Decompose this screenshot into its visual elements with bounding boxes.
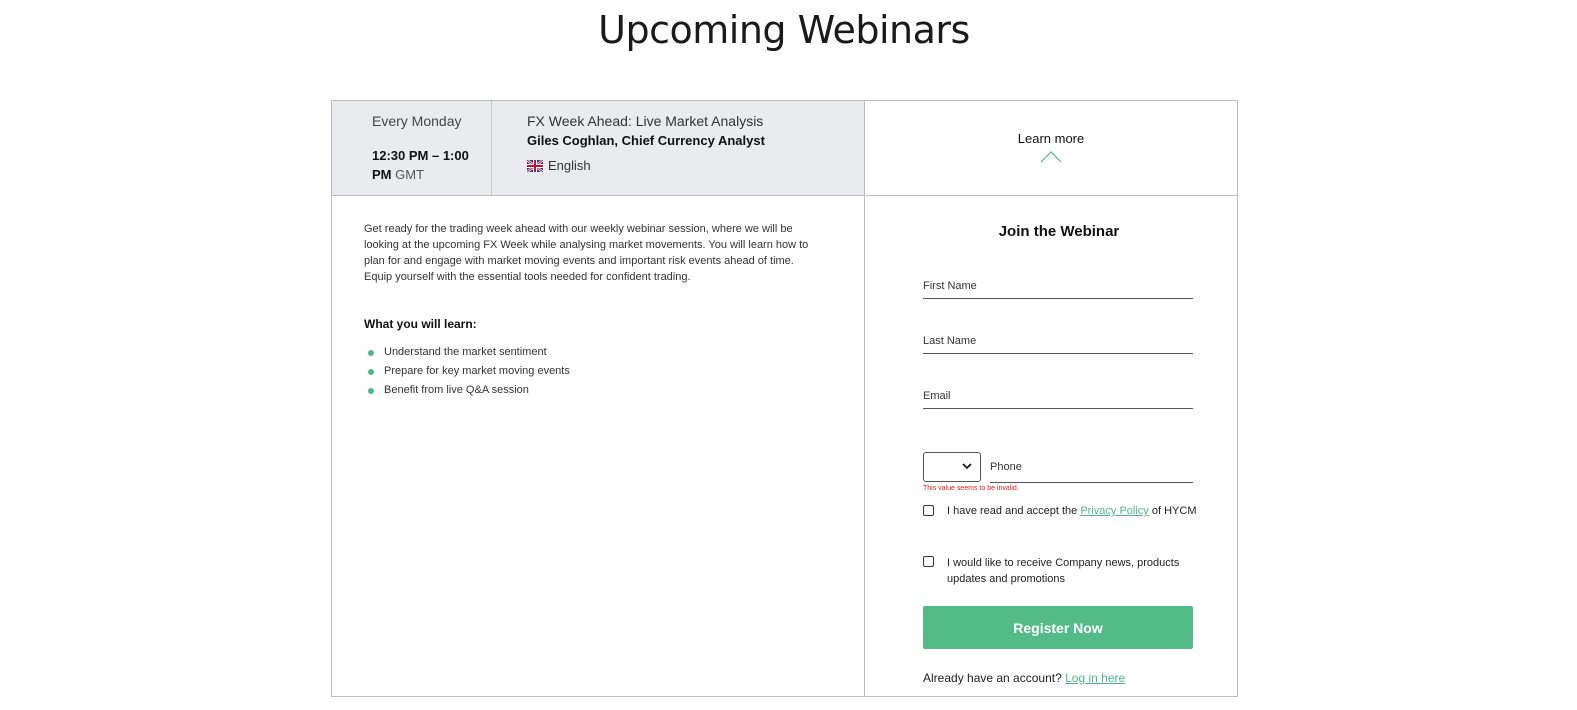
- last-name-field[interactable]: Last Name: [923, 331, 1193, 354]
- country-code-select[interactable]: [923, 452, 981, 482]
- webinar-card: Every Monday 12:30 PM – 1:00 PM GMT FX W…: [331, 100, 1238, 697]
- phone-error: This value seems to be invalid.: [923, 485, 1019, 492]
- phone-field[interactable]: Phone: [990, 459, 1193, 483]
- privacy-checkbox[interactable]: [923, 505, 934, 516]
- privacy-prefix: I have read and accept the: [947, 505, 1078, 517]
- account-prefix: Already have an account?: [923, 671, 1062, 685]
- news-opt-in-text: I would like to receive Company news, pr…: [947, 557, 1180, 585]
- list-item: Prepare for key market moving events: [368, 362, 570, 381]
- privacy-policy-link[interactable]: Privacy Policy: [1080, 505, 1148, 517]
- webinar-description: Get ready for the trading week ahead wit…: [364, 223, 809, 283]
- schedule-timezone: GMT: [395, 167, 425, 182]
- learn-more-label: Learn more: [1017, 131, 1085, 146]
- uk-flag-icon: [527, 159, 543, 172]
- list-item: Benefit from live Q&A session: [368, 381, 570, 400]
- first-name-field[interactable]: First Name: [923, 276, 1193, 299]
- login-link[interactable]: Log in here: [1065, 671, 1125, 685]
- phone-placeholder: Phone: [990, 461, 1022, 473]
- language-label: English: [548, 158, 591, 173]
- email-placeholder: Email: [923, 390, 951, 402]
- webinar-info: FX Week Ahead: Live Market Analysis Gile…: [527, 113, 857, 173]
- list-item: Understand the market sentiment: [368, 343, 570, 362]
- webinar-header-info: Every Monday 12:30 PM – 1:00 PM GMT FX W…: [332, 101, 864, 195]
- form-title: Join the Webinar: [998, 223, 1120, 240]
- list-item-text: Prepare for key market moving events: [384, 365, 570, 377]
- learn-heading: What you will learn:: [364, 317, 477, 331]
- chevron-up-icon: [1040, 151, 1062, 163]
- webinar-title: FX Week Ahead: Live Market Analysis: [527, 113, 764, 129]
- webinar-header: Every Monday 12:30 PM – 1:00 PM GMT FX W…: [332, 101, 1237, 196]
- bullet-icon: [368, 368, 374, 375]
- bullet-icon: [368, 387, 374, 394]
- webinar-speaker: Giles Coghlan, Chief Currency Analyst: [527, 133, 765, 148]
- schedule-day: Every Monday: [372, 113, 462, 129]
- bullet-icon: [368, 349, 374, 356]
- first-name-placeholder: First Name: [923, 280, 977, 292]
- last-name-placeholder: Last Name: [923, 335, 977, 347]
- list-item-text: Understand the market sentiment: [384, 346, 547, 358]
- chevron-down-icon: [962, 463, 972, 470]
- learn-more-toggle[interactable]: Learn more: [865, 101, 1237, 195]
- webinar-language: English: [527, 158, 857, 173]
- page-title: Upcoming Webinars: [598, 8, 970, 52]
- account-prompt: Already have an account? Log in here: [923, 671, 1125, 685]
- news-opt-in-checkbox[interactable]: [923, 556, 934, 567]
- privacy-consent-text: I have read and accept the Privacy Polic…: [947, 503, 1197, 519]
- list-item-text: Benefit from live Q&A session: [384, 384, 529, 396]
- schedule-time: 12:30 PM – 1:00 PM GMT: [372, 146, 482, 184]
- email-field[interactable]: Email: [923, 386, 1193, 409]
- privacy-suffix: of HYCM: [1151, 505, 1197, 517]
- register-button[interactable]: Register Now: [923, 606, 1193, 649]
- schedule-cell: Every Monday 12:30 PM – 1:00 PM GMT: [332, 101, 492, 195]
- learn-list: Understand the market sentiment Prepare …: [368, 343, 570, 400]
- column-divider: [864, 101, 865, 696]
